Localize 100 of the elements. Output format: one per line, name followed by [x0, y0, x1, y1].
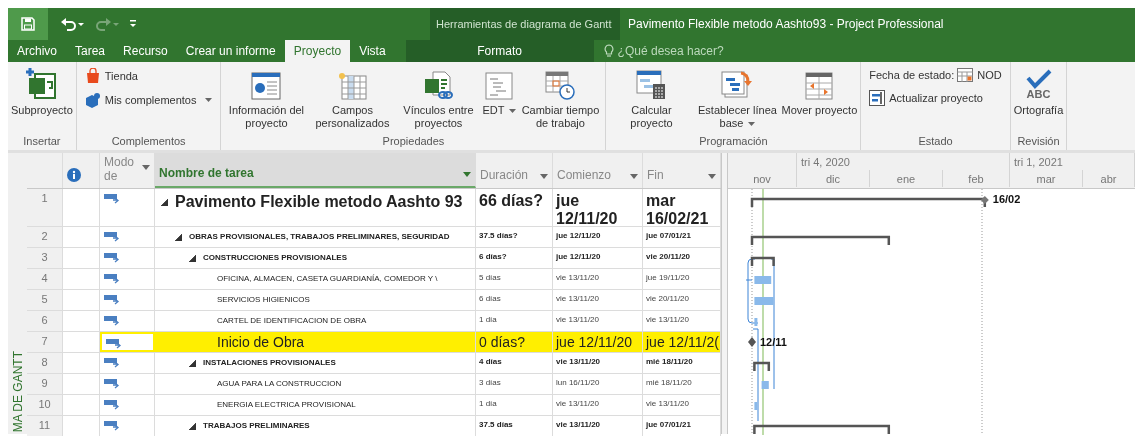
column-header[interactable]: Duración [476, 153, 553, 188]
duration-cell: 37.5 días? [479, 231, 518, 240]
group-label: Insertar [22, 135, 62, 149]
ribbon-button[interactable]: Campos personalizados [309, 66, 396, 130]
collapse-toggle-icon[interactable] [189, 255, 196, 262]
row-number[interactable]: 5 [27, 290, 63, 310]
start-date-cell: vie 13/11/20 [556, 273, 599, 282]
column-header[interactable]: Comienzo [553, 153, 643, 188]
duration-cell: 5 días [479, 273, 501, 282]
add-ins-icon [84, 92, 101, 108]
baseline-icon [721, 70, 754, 100]
row-number[interactable]: 4 [27, 269, 63, 289]
update-icon [869, 90, 886, 106]
ribbon-tab[interactable]: Crear un informe [176, 40, 285, 62]
start-date-cell: vie 13/11/20 [556, 420, 601, 429]
task-name: ENERGIA ELECTRICA PROVISIONAL [217, 400, 356, 409]
collapse-toggle-icon[interactable] [189, 360, 196, 367]
start-date-cell: vie 13/11/20 [556, 315, 599, 324]
start-date-cell: lun 16/11/20 [556, 378, 600, 387]
timescale-label: ene [896, 173, 916, 185]
finish-date-cell: jue 07/01/21 [646, 231, 691, 240]
ribbon-button[interactable]: Vínculos entre proyectos [395, 66, 482, 130]
row-number[interactable]: 8 [27, 353, 63, 373]
finish-date-cell: vie 20/11/20 [646, 294, 689, 303]
save-icon[interactable] [8, 8, 48, 40]
finish-date-cell: jue 07/01/21 [646, 420, 691, 429]
shopping-bag-icon [84, 68, 101, 84]
finish-date-cell: mar 16/02/21 [646, 192, 709, 226]
start-date-cell: vie 13/11/20 [556, 294, 599, 303]
group-label: Estado [917, 135, 954, 149]
ribbon-button[interactable]: Establecer línea base [694, 66, 781, 130]
dropdown-icon [142, 164, 150, 170]
duration-cell: 0 días? [479, 334, 525, 350]
row-number[interactable]: 11 [27, 416, 63, 436]
ribbon-button[interactable]: Tienda [84, 68, 213, 84]
start-date-cell: vie 13/11/20 [556, 399, 599, 408]
row-number[interactable]: 3 [27, 248, 63, 268]
row-number[interactable]: 9 [27, 374, 63, 394]
date-label: 12/11 [760, 336, 787, 348]
row-number[interactable]: 1 [27, 189, 63, 226]
task-name: OFICINA, ALMACEN, CASETA GUARDIANÍA, COMEDOR Y \ [217, 274, 438, 283]
ribbon-button[interactable]: Calcular proyecto [608, 66, 695, 130]
outline-icon [485, 72, 514, 100]
timescale-label: tri 1, 2021 [1014, 156, 1063, 168]
dropdown-icon [540, 174, 548, 179]
ribbon-tab[interactable]: Archivo [8, 40, 66, 62]
ribbon-button[interactable]: Mover proyecto [780, 66, 859, 117]
summary-bar[interactable] [753, 361, 771, 371]
ribbon-tab[interactable]: Proyecto [284, 40, 351, 62]
summary-bar[interactable] [750, 235, 891, 245]
ribbon-button[interactable]: Cambiar tiempo de trabajo [517, 66, 604, 130]
project-file-icon [24, 68, 59, 100]
summary-bar[interactable] [750, 197, 987, 207]
duration-cell: 1 día [479, 399, 497, 408]
group-label: Propiedades [381, 135, 446, 149]
ribbon-button[interactable]: Subproyecto [10, 66, 74, 117]
timescale-label: mar [1036, 173, 1056, 185]
milestone-icon[interactable] [748, 337, 756, 347]
task-name: TRABAJOS PRELIMINARES [203, 421, 310, 430]
row-number[interactable]: 2 [27, 227, 63, 247]
task-mode-icon [104, 193, 120, 204]
start-date-cell: jue 12/11/20 [556, 334, 633, 350]
ribbon-tab[interactable]: Formato [405, 40, 594, 62]
start-date-cell: vie 13/11/20 [556, 357, 601, 366]
collapse-toggle-icon[interactable] [175, 234, 182, 241]
group-label: Revisión [1016, 135, 1061, 149]
timescale-label: abr [1100, 173, 1117, 185]
collapse-toggle-icon[interactable] [161, 199, 168, 206]
ribbon-button[interactable]: Actualizar proyecto [869, 90, 1002, 106]
ribbon-tab[interactable]: Vista [350, 40, 395, 62]
ribbon-button[interactable]: Información del proyecto [223, 66, 310, 130]
status-date-button[interactable]: NOD [957, 68, 1002, 82]
task-name: INSTALACIONES PROVISIONALES [203, 358, 336, 367]
view-label: MA DE GANTT [10, 350, 25, 432]
finish-date-cell: jue 12/11/2( [646, 334, 719, 350]
row-number[interactable]: 10 [27, 395, 63, 415]
task-name: SERVICIOS HIGIENICOS [217, 295, 310, 304]
timescale-label: dic [825, 173, 841, 185]
tell-me-field[interactable]: ¿Qué desea hacer? [599, 40, 732, 62]
ribbon-button[interactable]: ABC Ortografía [1012, 66, 1065, 117]
task-mode-icon [106, 338, 122, 349]
linked-projects-icon [423, 70, 454, 100]
ribbon-tab[interactable]: Tarea [66, 40, 115, 62]
row-number[interactable]: 7 [27, 332, 63, 352]
summary-bar[interactable] [753, 424, 891, 434]
duration-cell: 6 días [479, 294, 501, 303]
finish-marker-icon [980, 196, 989, 204]
column-header[interactable]: Nombre de tarea [155, 153, 476, 188]
task-mode-icon [104, 378, 120, 389]
summary-bar[interactable] [750, 256, 775, 266]
ribbon-button[interactable]: Mis complementos [84, 92, 213, 108]
collapse-toggle-icon[interactable] [189, 423, 196, 430]
group-label: Complementos [110, 135, 187, 149]
info-icon [67, 168, 81, 182]
ribbon-button[interactable]: EDT [481, 66, 518, 117]
ribbon-tab[interactable]: Recurso [114, 40, 177, 62]
row-number[interactable]: 6 [27, 311, 63, 331]
status-date-label: Fecha de estado: [869, 69, 955, 81]
finish-date-cell: vie 13/11/20 [646, 315, 689, 324]
timescale-label: feb [968, 173, 984, 185]
